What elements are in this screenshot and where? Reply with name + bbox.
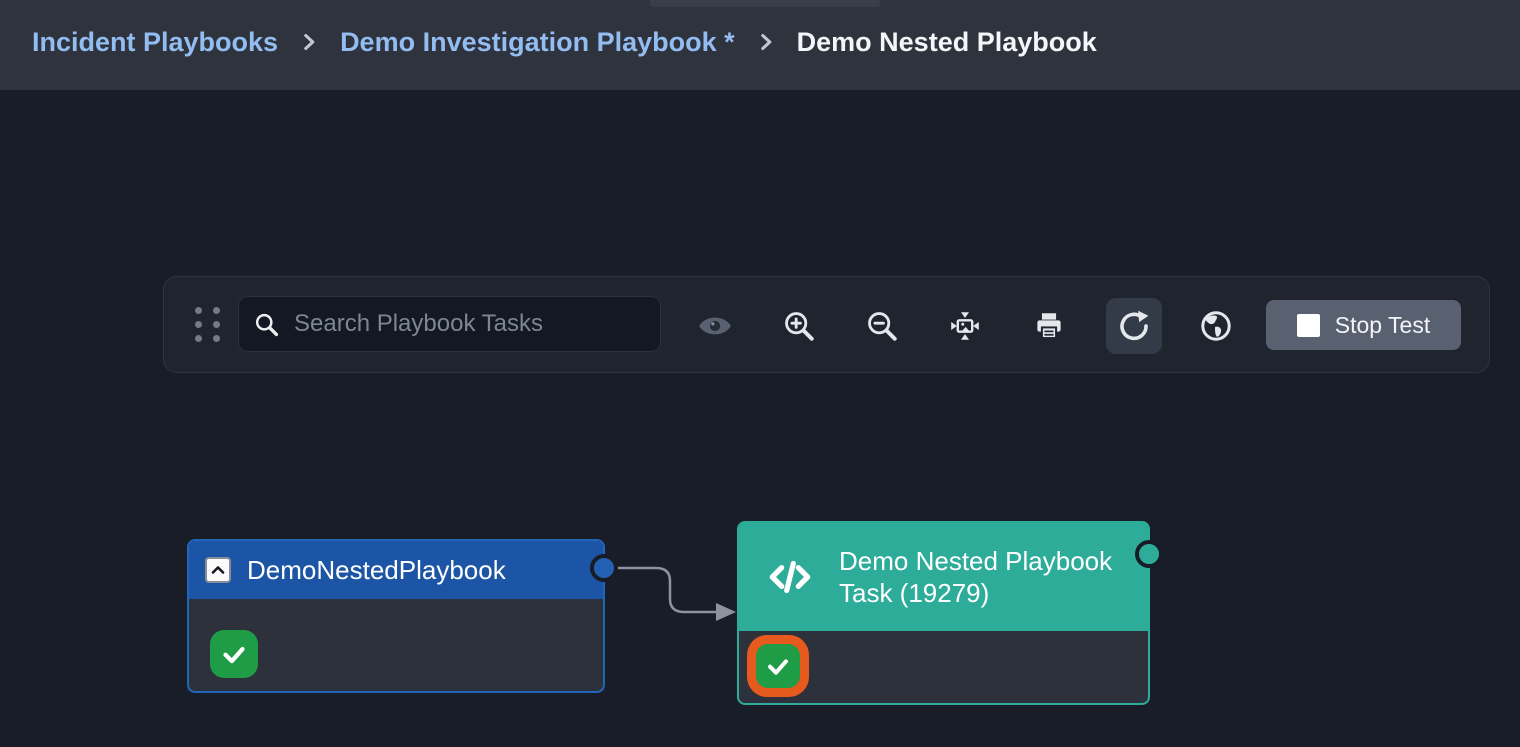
search-input-container [238, 296, 661, 352]
breadcrumb-link-incident-playbooks[interactable]: Incident Playbooks [32, 27, 278, 58]
checkmark-icon [217, 637, 251, 671]
code-icon [765, 552, 815, 602]
preview-eye-button[interactable] [687, 298, 743, 354]
collapse-button[interactable] [205, 557, 231, 583]
drag-handle[interactable] [195, 307, 220, 342]
stop-square-icon [1297, 314, 1320, 337]
task-status-completed-badge [210, 630, 258, 678]
node-output-connector[interactable] [590, 554, 618, 582]
zoom-in-icon [782, 309, 816, 343]
task-node-demo-nested-playbook-task[interactable]: Demo Nested Playbook Task (19279) [737, 521, 1150, 705]
preview-eye-icon [697, 308, 733, 344]
chevron-right-icon [296, 29, 322, 55]
zoom-in-button[interactable] [771, 298, 827, 354]
task-title: DemoNestedPlaybook [247, 555, 506, 586]
breadcrumb-link-demo-investigation-playbook[interactable]: Demo Investigation Playbook * [340, 27, 735, 58]
zoom-out-icon [865, 309, 899, 343]
stop-test-label: Stop Test [1335, 312, 1430, 339]
search-icon [253, 311, 280, 338]
playbook-toolbar: Stop Test [163, 276, 1490, 373]
task-highlight-ring [747, 635, 809, 697]
print-button[interactable] [1021, 298, 1077, 354]
chevron-right-icon [753, 29, 779, 55]
breadcrumb-current-page: Demo Nested Playbook [797, 27, 1097, 58]
checkmark-icon [762, 650, 794, 682]
task-node-demo-nested-playbook[interactable]: DemoNestedPlaybook [187, 539, 605, 693]
zoom-out-button[interactable] [854, 298, 910, 354]
stop-test-button[interactable]: Stop Test [1266, 300, 1461, 350]
refresh-button[interactable] [1106, 298, 1162, 354]
breadcrumb: Incident Playbooks Demo Investigation Pl… [0, 0, 1520, 90]
fit-to-screen-button[interactable] [937, 298, 993, 354]
globe-icon [1198, 308, 1234, 344]
task-title: Demo Nested Playbook Task (19279) [839, 545, 1119, 610]
fit-to-screen-icon [947, 308, 983, 344]
task-node-header: DemoNestedPlaybook [189, 541, 603, 599]
print-icon [1032, 309, 1066, 343]
refresh-icon [1116, 308, 1152, 344]
task-node-header: Demo Nested Playbook Task (19279) [739, 523, 1148, 631]
chevron-up-icon [207, 559, 229, 581]
task-status-completed-badge [756, 644, 800, 688]
search-input[interactable] [292, 309, 646, 339]
globe-button[interactable] [1188, 298, 1244, 354]
node-output-connector[interactable] [1135, 540, 1163, 568]
horizontal-scrollbar-thumb[interactable] [650, 0, 880, 7]
